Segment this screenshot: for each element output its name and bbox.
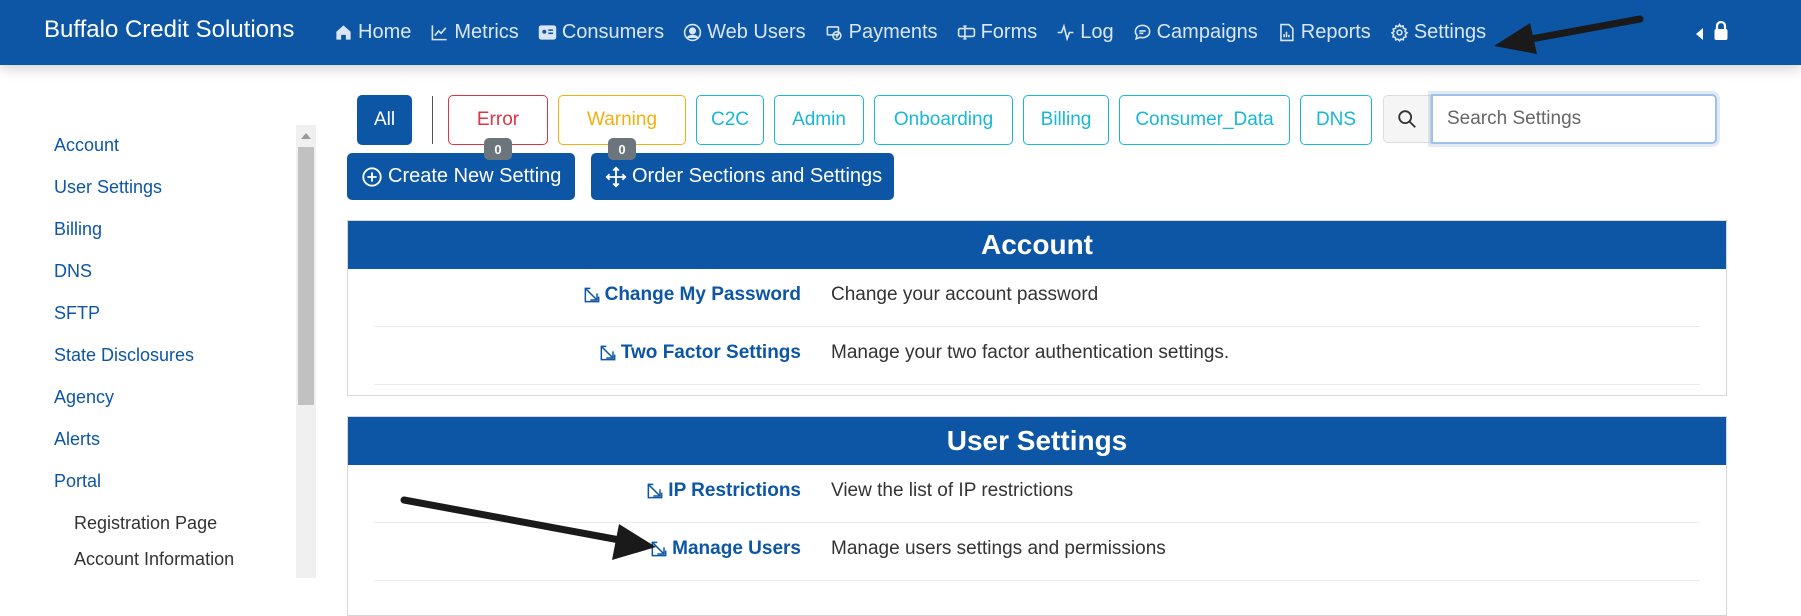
warning-count-badge: 0 [608, 138, 636, 160]
collapse-caret-icon[interactable] [1696, 27, 1703, 40]
nav-label-campaigns: Campaigns [1156, 21, 1258, 43]
scroll-up-arrow-icon[interactable] [301, 133, 311, 139]
nav-label-payments: Payments [848, 21, 938, 43]
error-count-badge: 0 [484, 138, 512, 160]
nav-item-reports[interactable]: Reports [1277, 21, 1371, 44]
filter-onboarding-button[interactable]: Onboarding [874, 95, 1013, 145]
manage-users-description: Manage users settings and permissions [831, 538, 1166, 559]
search-button[interactable] [1383, 95, 1431, 143]
nav-item-log[interactable]: Log [1056, 21, 1114, 44]
sidebar-subitem-account-information[interactable]: Account Information [74, 549, 234, 570]
two-factor-settings-description: Manage your two factor authentication se… [831, 342, 1230, 363]
sidebar-item-alerts[interactable]: Alerts [54, 429, 100, 450]
order-sections-button[interactable]: Order Sections and Settings [591, 153, 894, 200]
section-title-account: Account [348, 221, 1726, 269]
plus-circle-icon [362, 166, 382, 187]
nav-label-web-users: Web Users [707, 21, 806, 43]
lock-icon[interactable] [1713, 20, 1729, 47]
create-new-setting-button[interactable]: Create New Setting [347, 153, 575, 200]
nav-item-metrics[interactable]: Metrics [430, 21, 519, 44]
move-arrows-icon [605, 166, 627, 187]
filter-consumer-data-button[interactable]: Consumer_Data [1119, 95, 1290, 145]
nav-item-web-users[interactable]: Web Users [683, 21, 806, 44]
search-icon [1398, 110, 1416, 128]
manage-users-label: Manage Users [672, 538, 801, 559]
top-navbar: Buffalo Credit Solutions Home Metrics Co… [0, 0, 1801, 65]
nav-label-metrics: Metrics [454, 21, 519, 43]
chart-icon [431, 25, 447, 41]
order-sections-label: Order Sections and Settings [632, 165, 883, 187]
search-settings-input[interactable] [1431, 94, 1717, 144]
nav-item-forms[interactable]: Forms [957, 21, 1038, 44]
sidebar-item-dns[interactable]: DNS [54, 261, 92, 282]
filter-divider [432, 96, 433, 144]
account-section: Account Change My Password Change your a… [347, 220, 1727, 396]
filter-c2c-button[interactable]: C2C [696, 95, 764, 145]
nav-item-payments[interactable]: Payments [825, 21, 938, 44]
pulse-icon [1057, 23, 1074, 42]
sidebar-item-user-settings[interactable]: User Settings [54, 177, 162, 198]
sidebar-scrollbar[interactable] [296, 125, 316, 578]
ip-restrictions-description: View the list of IP restrictions [831, 480, 1074, 501]
ip-restrictions-link[interactable]: IP Restrictions [645, 480, 801, 502]
create-new-setting-label: Create New Setting [388, 165, 562, 187]
chat-icon [1134, 24, 1151, 41]
forms-icon [957, 25, 975, 40]
change-password-link[interactable]: Change My Password [582, 284, 801, 306]
external-link-icon [600, 345, 616, 361]
sidebar-subitem-registration-page[interactable]: Registration Page [74, 513, 217, 534]
settings-row: Two Factor Settings Manage your two fact… [348, 327, 1726, 385]
row-divider [374, 384, 1700, 385]
settings-row: Change My Password Change your account p… [348, 269, 1726, 327]
nav-label-reports: Reports [1300, 21, 1371, 43]
payments-icon [826, 26, 842, 41]
change-password-label: Change My Password [604, 284, 801, 305]
user-settings-section: User Settings IP Restrictions View the l… [347, 416, 1727, 616]
user-circle-icon [683, 23, 702, 42]
gear-icon [1390, 23, 1409, 42]
sidebar-item-account[interactable]: Account [54, 135, 119, 156]
nav-menu: Home Metrics Consumers Web Users Payment… [334, 0, 1505, 65]
nav-item-consumers[interactable]: Consumers [538, 21, 664, 44]
sidebar-item-state-disclosures[interactable]: State Disclosures [54, 345, 194, 366]
filter-billing-button[interactable]: Billing [1023, 95, 1109, 145]
settings-row: IP Restrictions View the list of IP rest… [348, 465, 1726, 523]
nav-item-home[interactable]: Home [334, 21, 411, 44]
sidebar-item-agency[interactable]: Agency [54, 387, 114, 408]
brand-title[interactable]: Buffalo Credit Solutions [44, 16, 294, 44]
external-link-icon [651, 541, 667, 557]
nav-right-controls [1696, 20, 1729, 47]
filter-dns-button[interactable]: DNS [1300, 95, 1372, 145]
settings-row: Manage Users Manage users settings and p… [348, 523, 1726, 581]
change-password-description: Change your account password [831, 284, 1099, 305]
settings-sidebar: Account User Settings Billing DNS SFTP S… [0, 125, 296, 578]
nav-item-settings[interactable]: Settings [1390, 21, 1486, 44]
nav-label-home: Home [358, 21, 412, 43]
nav-item-campaigns[interactable]: Campaigns [1133, 21, 1258, 44]
nav-label-consumers: Consumers [561, 21, 665, 43]
home-icon [336, 25, 351, 40]
sidebar-item-sftp[interactable]: SFTP [54, 303, 100, 324]
two-factor-settings-link[interactable]: Two Factor Settings [598, 342, 801, 364]
external-link-icon [647, 483, 663, 499]
nav-label-forms: Forms [980, 21, 1038, 43]
sidebar-item-portal[interactable]: Portal [54, 471, 101, 492]
id-card-icon [538, 25, 557, 40]
scrollbar-thumb[interactable] [298, 147, 314, 405]
nav-label-log: Log [1080, 21, 1114, 43]
row-divider [374, 580, 1700, 581]
nav-label-settings: Settings [1413, 21, 1487, 43]
sidebar-item-billing[interactable]: Billing [54, 219, 102, 240]
ip-restrictions-label: IP Restrictions [668, 480, 801, 501]
filter-admin-button[interactable]: Admin [774, 95, 864, 145]
section-title-user-settings: User Settings [348, 417, 1726, 465]
two-factor-settings-label: Two Factor Settings [620, 342, 801, 363]
filter-all-button[interactable]: All [357, 95, 412, 145]
report-icon [1279, 23, 1294, 42]
external-link-icon [584, 287, 600, 303]
manage-users-link[interactable]: Manage Users [649, 538, 801, 560]
